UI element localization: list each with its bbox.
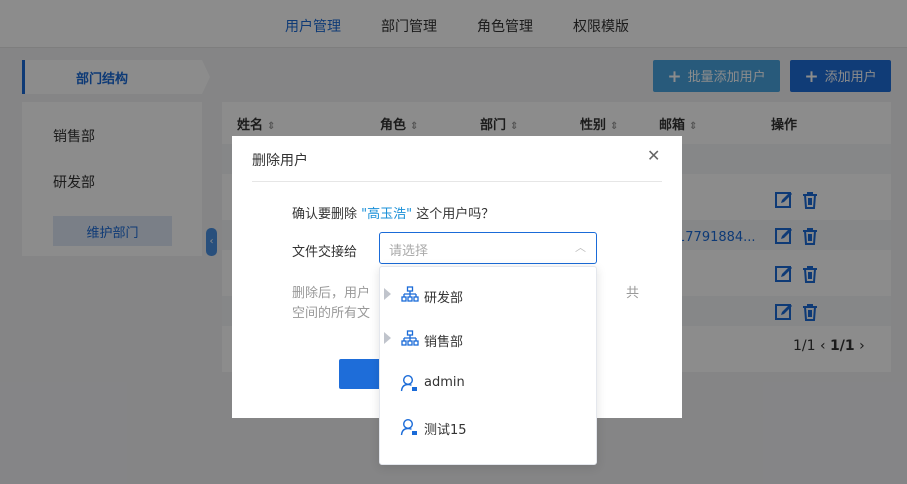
target-user-name: "高玉浩" — [361, 207, 413, 222]
org-tree-icon — [401, 286, 419, 304]
select-placeholder: 请选择 — [389, 244, 429, 259]
option-label: 测试15 — [424, 423, 467, 438]
delete-confirm-text: 确认要删除 "高玉浩" 这个用户吗？ — [292, 203, 494, 222]
note-line-2: 空间的所有文 — [292, 306, 371, 321]
confirm-suffix: 这个用户吗？ — [416, 207, 495, 222]
user-icon — [400, 374, 418, 392]
close-icon[interactable]: ✕ — [647, 146, 660, 165]
dropdown-option-sales[interactable]: 销售部 — [380, 323, 596, 355]
transfer-files-label: 文件交接给 — [292, 245, 358, 260]
dialog-divider — [252, 181, 662, 182]
chevron-up-icon: ︿ — [575, 241, 586, 254]
note-tail: 共 — [626, 286, 640, 301]
option-label: admin — [424, 375, 465, 390]
expand-caret-icon[interactable] — [384, 288, 391, 300]
dropdown-option-rnd[interactable]: 研发部 — [380, 279, 596, 311]
confirm-prefix: 确认要删除 — [292, 207, 358, 222]
dialog-title: 删除用户 — [252, 153, 308, 169]
transfer-recipient-select[interactable]: 请选择 ︿ — [379, 232, 597, 264]
user-icon — [400, 418, 418, 436]
note-line-1: 删除后，用户 — [292, 286, 371, 301]
recipient-dropdown: 研发部 销售部 admin 测试15 — [379, 266, 597, 465]
option-label: 研发部 — [424, 291, 464, 306]
expand-caret-icon[interactable] — [384, 332, 391, 344]
dropdown-option-admin[interactable]: admin — [380, 367, 596, 399]
org-tree-icon — [401, 330, 419, 348]
option-label: 销售部 — [424, 335, 464, 350]
dropdown-option-test15[interactable]: 测试15 — [380, 411, 596, 443]
